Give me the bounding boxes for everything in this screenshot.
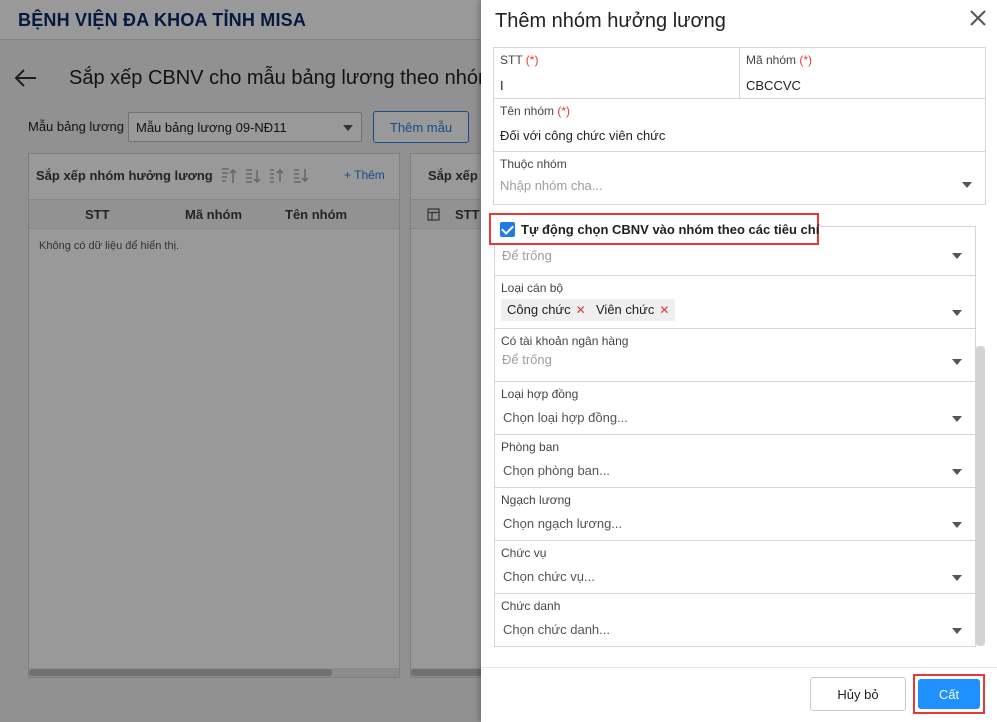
dialog-title: Thêm nhóm hưởng lương bbox=[495, 10, 726, 32]
loai-hop-dong-field[interactable]: Loại hợp đồng Chọn loại hợp đồng... bbox=[494, 381, 976, 435]
chevron-down-icon[interactable] bbox=[952, 416, 962, 422]
loai-hop-dong-input[interactable]: Chọn loại hợp đồng... bbox=[503, 410, 628, 425]
chevron-down-icon[interactable] bbox=[962, 182, 972, 188]
ten-nhom-input[interactable]: Đối với công chức viên chức bbox=[500, 128, 665, 143]
chevron-down-icon[interactable] bbox=[952, 575, 962, 581]
loai-can-bo-label: Loại cán bộ bbox=[501, 281, 564, 295]
chevron-down-icon[interactable] bbox=[952, 522, 962, 528]
close-icon[interactable] bbox=[967, 7, 989, 29]
loai-hop-dong-label: Loại hợp đồng bbox=[501, 387, 579, 401]
ma-nhom-field[interactable]: Mã nhóm (*) CBCCVC bbox=[739, 47, 986, 99]
ngach-luong-label: Ngạch lương bbox=[501, 493, 571, 507]
vertical-scrollbar[interactable] bbox=[976, 346, 985, 646]
ten-nhom-label: Tên nhóm (*) bbox=[500, 104, 571, 118]
thuoc-nhom-input[interactable]: Nhập nhóm cha... bbox=[500, 178, 603, 193]
tai-khoan-input[interactable]: Để trống bbox=[502, 352, 552, 367]
ma-nhom-input[interactable]: CBCCVC bbox=[746, 78, 801, 93]
modal-overlay[interactable] bbox=[0, 0, 481, 722]
save-button-highlight: Cất bbox=[913, 674, 985, 714]
phong-ban-label: Phòng ban bbox=[501, 440, 560, 454]
chuc-danh-label: Chức danh bbox=[501, 599, 561, 613]
save-button[interactable]: Cất bbox=[918, 679, 980, 709]
chevron-down-icon[interactable] bbox=[952, 310, 962, 316]
checkbox-checked-icon[interactable] bbox=[500, 222, 515, 237]
loai-can-bo-field[interactable]: Loại cán bộ Công chức ✕ Viên chức ✕ bbox=[494, 275, 976, 329]
chevron-down-icon[interactable] bbox=[952, 253, 962, 259]
ma-nhom-label: Mã nhóm (*) bbox=[746, 53, 813, 67]
tai-khoan-ngan-hang-field[interactable]: Có tài khoản ngân hàng Để trống bbox=[494, 328, 976, 382]
auto-select-checkbox-row[interactable]: Tự động chọn CBNV vào nhóm theo các tiêu… bbox=[489, 213, 819, 245]
stt-label: STT (*) bbox=[500, 53, 539, 67]
chuc-vu-label: Chức vụ bbox=[501, 546, 547, 560]
phong-ban-field[interactable]: Phòng ban Chọn phòng ban... bbox=[494, 434, 976, 488]
chevron-down-icon[interactable] bbox=[952, 359, 962, 365]
tai-khoan-label: Có tài khoản ngân hàng bbox=[501, 334, 629, 348]
stt-field[interactable]: STT (*) I bbox=[493, 47, 740, 99]
criteria-first-input[interactable]: Để trống bbox=[502, 248, 552, 263]
chip-remove-icon[interactable]: ✕ bbox=[659, 303, 669, 317]
chuc-danh-input[interactable]: Chọn chức danh... bbox=[503, 622, 610, 637]
auto-select-label: Tự động chọn CBNV vào nhóm theo các tiêu… bbox=[521, 222, 820, 237]
chevron-down-icon[interactable] bbox=[952, 469, 962, 475]
chuc-danh-field[interactable]: Chức danh Chọn chức danh... bbox=[494, 593, 976, 647]
ngach-luong-field[interactable]: Ngạch lương Chọn ngạch lương... bbox=[494, 487, 976, 541]
thuoc-nhom-field[interactable]: Thuộc nhóm Nhập nhóm cha... bbox=[493, 151, 986, 205]
chevron-down-icon[interactable] bbox=[952, 628, 962, 634]
chuc-vu-field[interactable]: Chức vụ Chọn chức vụ... bbox=[494, 540, 976, 594]
cancel-button[interactable]: Hủy bỏ bbox=[810, 677, 906, 711]
phong-ban-input[interactable]: Chọn phòng ban... bbox=[503, 463, 610, 478]
stt-input[interactable]: I bbox=[500, 78, 504, 93]
chip-vien-chuc[interactable]: Viên chức ✕ bbox=[590, 299, 676, 321]
ten-nhom-field[interactable]: Tên nhóm (*) Đối với công chức viên chức bbox=[493, 98, 986, 152]
chip-cong-chuc[interactable]: Công chức ✕ bbox=[501, 299, 592, 321]
chip-remove-icon[interactable]: ✕ bbox=[576, 303, 586, 317]
thuoc-nhom-label: Thuộc nhóm bbox=[500, 157, 567, 171]
chuc-vu-input[interactable]: Chọn chức vụ... bbox=[503, 569, 595, 584]
ngach-luong-input[interactable]: Chọn ngạch lương... bbox=[503, 516, 622, 531]
